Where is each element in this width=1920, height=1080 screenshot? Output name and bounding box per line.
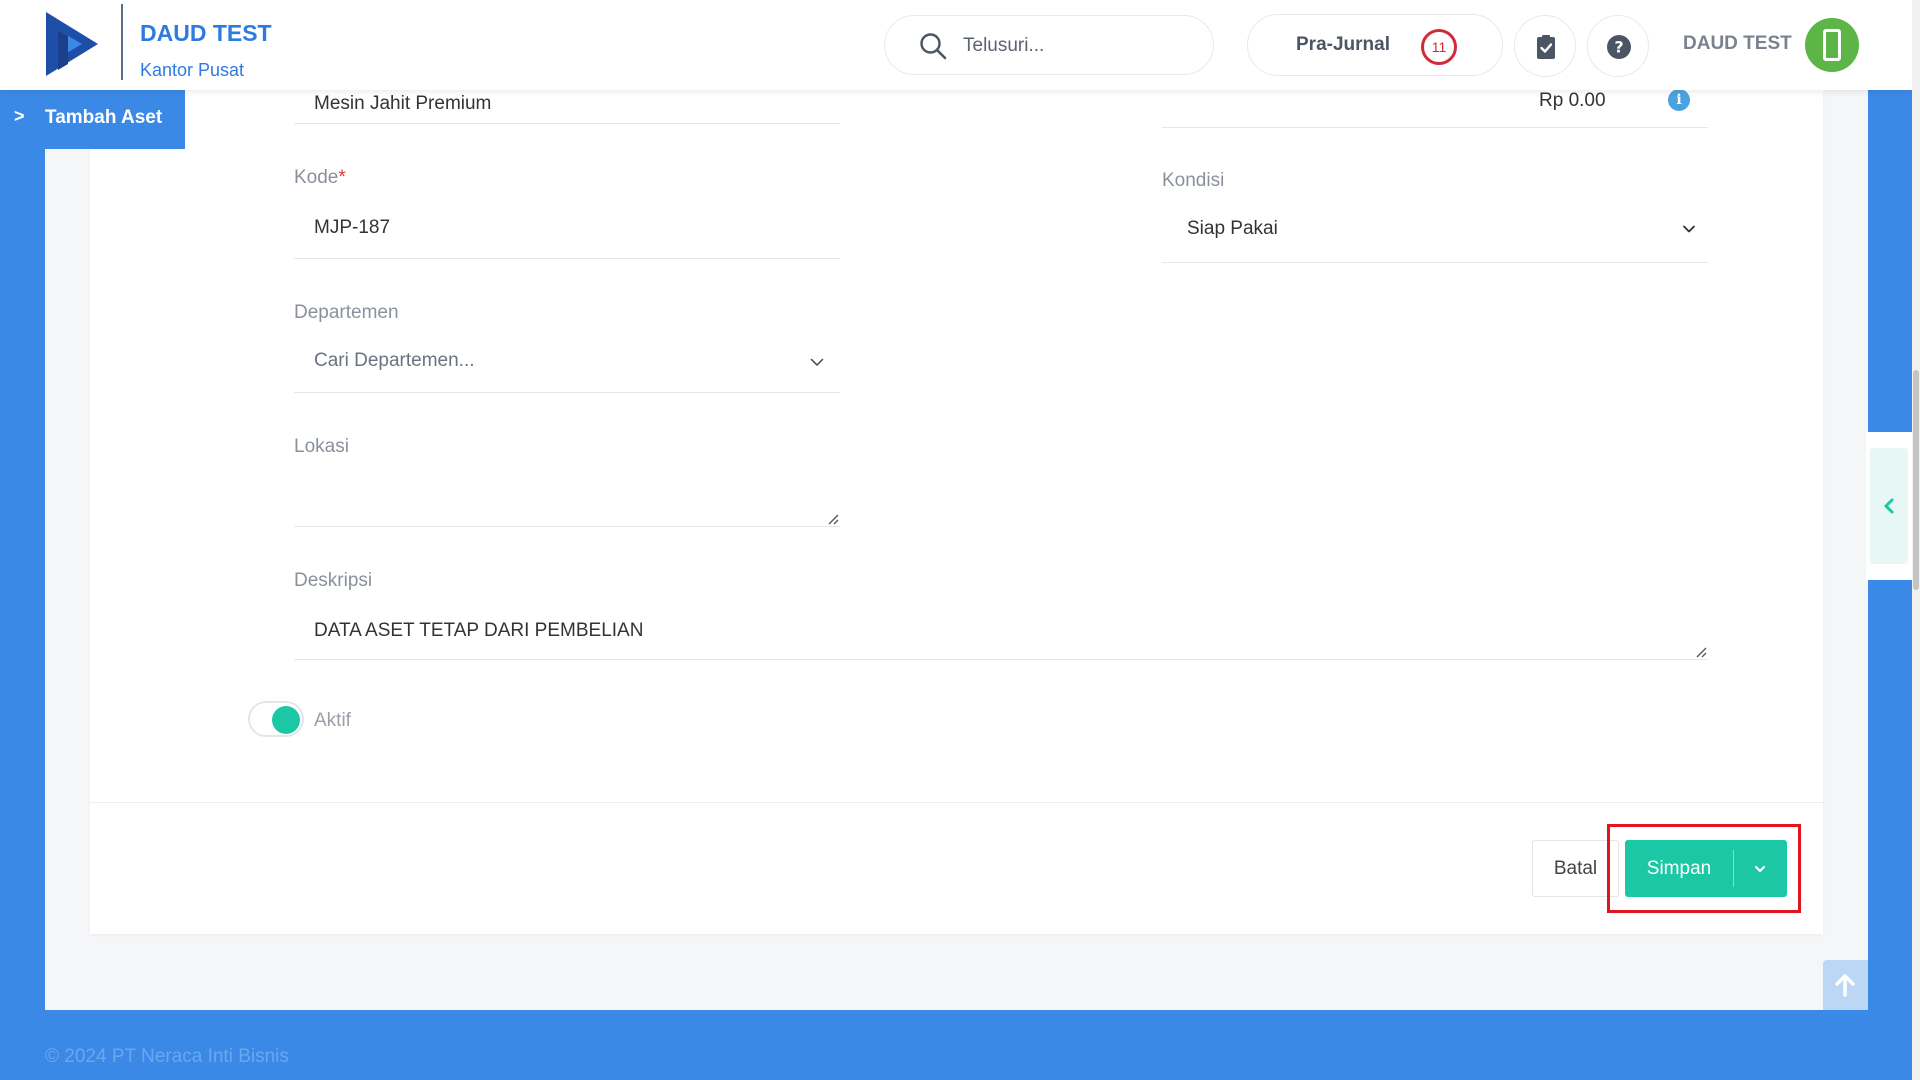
prajurnal-count-badge: 11 — [1421, 29, 1457, 65]
departemen-label: Departemen — [294, 302, 399, 323]
aktif-label: Aktif — [314, 710, 351, 731]
mobile-phone-icon — [1823, 29, 1841, 61]
brand-divider — [121, 4, 123, 80]
company-name: DAUD TEST — [140, 20, 272, 46]
asset-name-input[interactable] — [314, 90, 814, 118]
deskripsi-underline — [294, 659, 1708, 660]
chevron-left-icon — [1884, 498, 1894, 514]
prajurnal-label: Pra-Jurnal — [1296, 34, 1390, 55]
cancel-button[interactable]: Batal — [1532, 840, 1619, 897]
kode-input[interactable] — [314, 214, 814, 242]
asset-name-underline — [294, 123, 840, 124]
user-name: DAUD TEST — [1683, 33, 1792, 54]
back-to-top-button[interactable] — [1823, 960, 1868, 1010]
question-circle-icon: ? — [1607, 35, 1631, 59]
search-icon — [920, 33, 947, 60]
breadcrumb[interactable]: > Tambah Aset — [0, 90, 185, 149]
prajurnal-button[interactable]: Pra-Jurnal 11 — [1247, 14, 1503, 76]
kode-label: Kode* — [294, 167, 346, 189]
chevron-down-icon — [810, 358, 824, 366]
chevron-right-icon: > — [14, 106, 25, 126]
required-asterisk: * — [338, 167, 346, 188]
page-scrollbar[interactable] — [1912, 0, 1920, 1080]
top-header: DAUD TEST Kantor Pusat Pra-Jurnal 11 ? D… — [0, 0, 1912, 90]
deskripsi-textarea[interactable]: DATA ASET TETAP DARI PEMBELIAN — [314, 620, 1694, 654]
departemen-underline — [294, 392, 840, 393]
lokasi-label: Lokasi — [294, 436, 349, 457]
price-underline — [1162, 127, 1708, 128]
side-panel-tab — [1866, 432, 1912, 580]
clipboard-check-icon — [1537, 35, 1555, 59]
resize-handle-icon[interactable] — [1694, 645, 1708, 659]
highlight-annotation-box — [1607, 824, 1801, 913]
page-content: Rp 0.00 i Kode* Kondisi Siap Pakai Depar… — [45, 89, 1868, 1010]
search-box[interactable] — [884, 15, 1214, 75]
departemen-placeholder: Cari Departemen... — [314, 350, 475, 371]
price-value: Rp 0.00 — [1539, 90, 1606, 111]
aktif-toggle[interactable] — [248, 701, 304, 737]
kondisi-selected-value: Siap Pakai — [1187, 218, 1278, 239]
info-icon[interactable]: i — [1668, 89, 1690, 111]
task-button[interactable] — [1514, 15, 1576, 77]
kondisi-label: Kondisi — [1162, 170, 1225, 191]
scrollbar-thumb[interactable] — [1913, 370, 1919, 590]
form-footer-divider — [90, 802, 1823, 803]
resize-handle-icon[interactable] — [826, 512, 840, 526]
kode-underline — [294, 258, 840, 259]
toggle-knob — [272, 706, 300, 734]
office-name: Kantor Pusat — [140, 60, 245, 80]
departemen-select[interactable]: Cari Departemen... — [294, 340, 840, 394]
side-panel-toggle[interactable] — [1870, 448, 1908, 564]
kondisi-underline — [1162, 262, 1708, 263]
arrow-up-icon — [1835, 974, 1855, 997]
copyright-text: © 2024 PT Neraca Inti Bisnis — [45, 1046, 289, 1067]
kondisi-select[interactable]: Siap Pakai — [1162, 208, 1708, 262]
search-input[interactable] — [963, 30, 1193, 62]
asset-form-card: Rp 0.00 i Kode* Kondisi Siap Pakai Depar… — [90, 89, 1823, 934]
avatar[interactable] — [1805, 18, 1859, 72]
lokasi-textarea[interactable] — [314, 480, 814, 520]
deskripsi-label: Deskripsi — [294, 570, 373, 591]
svg-text:?: ? — [1614, 38, 1623, 57]
help-button[interactable]: ? — [1587, 15, 1649, 77]
kode-label-text: Kode — [294, 167, 339, 188]
play-logo-icon[interactable] — [46, 12, 98, 76]
chevron-down-icon — [1683, 225, 1695, 233]
breadcrumb-label: Tambah Aset — [45, 107, 163, 128]
lokasi-underline — [294, 526, 840, 527]
